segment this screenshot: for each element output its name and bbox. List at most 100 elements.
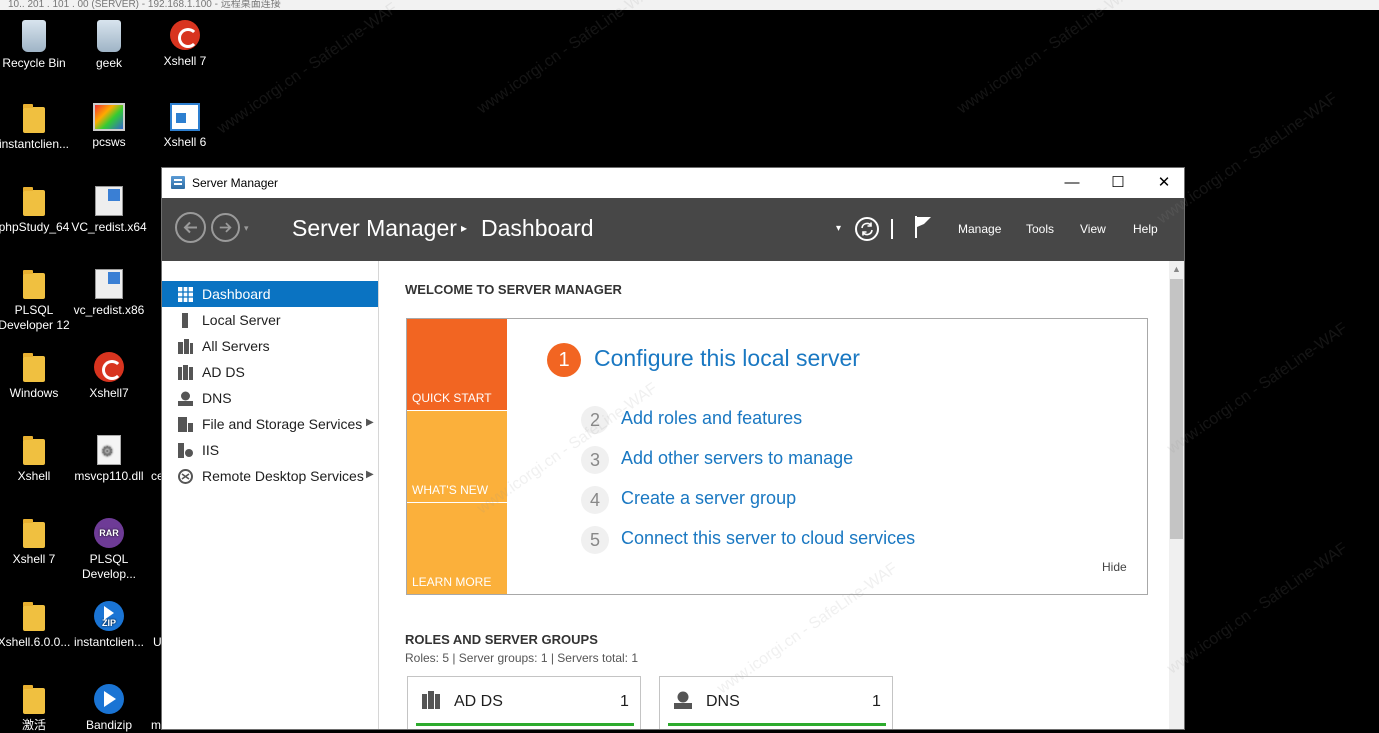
refresh-dropdown-icon[interactable]: ▾	[836, 223, 841, 234]
tile-label: QUICK START	[412, 391, 492, 405]
watermark: www.icorgi.cn - SafeLine-WAF	[474, 0, 661, 118]
desktop-icon-bandizip[interactable]: Bandizip	[70, 684, 148, 733]
sidebar-item-iis[interactable]: IIS	[162, 437, 378, 463]
add-servers-link[interactable]: Add other servers to manage	[621, 448, 853, 469]
role-status-bar	[668, 723, 886, 726]
desktop-icon-recycle-bin[interactable]: Recycle Bin	[0, 20, 73, 71]
hide-link[interactable]: Hide	[1102, 560, 1127, 574]
add-roles-link[interactable]: Add roles and features	[621, 408, 802, 429]
desktop-icon-xshell6-folder[interactable]: Xshell.6.0.0...	[0, 601, 73, 650]
sidebar-item-all-servers[interactable]: All Servers	[162, 333, 378, 359]
server-icon	[182, 313, 188, 328]
minimize-button[interactable]: —	[1049, 168, 1095, 198]
desktop-icon-geek[interactable]: geek	[70, 20, 148, 71]
submenu-arrow-icon[interactable]: ▶	[366, 417, 374, 428]
desktop-icon-xshell6-shortcut[interactable]: Xshell 6	[146, 103, 224, 150]
server-manager-window: Server Manager — ☐ ✕ ▾ Server Manager ▸ …	[161, 167, 1185, 730]
sidebar: Dashboard Local Server All Servers AD DS…	[162, 261, 379, 729]
desktop-icon-plsql-rar[interactable]: RAR PLSQL Develop...	[70, 518, 148, 582]
desktop-icon-label: geek	[95, 56, 123, 70]
xshell6-icon	[170, 103, 200, 131]
desktop-icon-windows-folder[interactable]: Windows	[0, 352, 73, 401]
sidebar-item-ad-ds[interactable]: AD DS	[162, 359, 378, 385]
remote-desktop-icon	[178, 469, 193, 484]
refresh-button[interactable]	[855, 217, 879, 241]
tile-learn-more[interactable]: LEARN MORE	[407, 503, 507, 594]
sidebar-item-file-storage[interactable]: File and Storage Services ▶	[162, 411, 378, 437]
sidebar-item-dns[interactable]: DNS	[162, 385, 378, 411]
sidebar-item-label: AD DS	[202, 364, 245, 380]
remote-desktop-title-strip: 10.. 201 . 101 . 00 (SERVER) - 192.168.1…	[0, 0, 1379, 10]
refresh-icon	[861, 222, 873, 236]
xshell-icon	[94, 352, 124, 382]
step-number-2: 2	[581, 406, 609, 434]
sidebar-item-local-server[interactable]: Local Server	[162, 307, 378, 333]
sidebar-item-remote-desktop[interactable]: Remote Desktop Services ▶	[162, 463, 378, 489]
menu-manage[interactable]: Manage	[958, 222, 1001, 236]
servers-icon	[178, 339, 193, 354]
header-divider	[891, 219, 893, 239]
desktop-icon-xshell7-shortcut[interactable]: Xshell 7	[146, 20, 224, 69]
desktop-icon-xshell-folder[interactable]: Xshell	[0, 435, 73, 484]
welcome-title: WELCOME TO SERVER MANAGER	[405, 282, 622, 297]
installer-icon	[95, 269, 123, 299]
folder-icon	[23, 353, 45, 382]
desktop-icon-msvcp110[interactable]: msvcp110.dll	[70, 435, 148, 484]
tile-label: LEARN MORE	[412, 575, 492, 589]
desktop-icon-pcsws[interactable]: pcsws	[70, 103, 148, 150]
tile-quick-start[interactable]: QUICK START	[407, 319, 507, 410]
folder-icon	[23, 519, 45, 548]
create-server-group-link[interactable]: Create a server group	[621, 488, 796, 509]
desktop-icon-xshell7-app[interactable]: Xshell7	[70, 352, 148, 401]
scrollbar-thumb[interactable]	[1170, 279, 1183, 539]
desktop-icon-label: PLSQL Developer 12	[0, 303, 70, 332]
vertical-scrollbar[interactable]: ▲	[1169, 261, 1184, 729]
desktop-icon-vc-redist-x64[interactable]: VC_redist.x64	[70, 186, 148, 235]
folder-icon	[23, 436, 45, 465]
history-dropdown-icon[interactable]: ▾	[244, 223, 249, 234]
folder-icon	[23, 270, 45, 299]
desktop-icon-label: msvcp110.dll	[74, 469, 144, 483]
recycle-bin-icon	[22, 20, 46, 52]
submenu-arrow-icon[interactable]: ▶	[366, 469, 374, 480]
desktop-icon-xshell7-folder[interactable]: Xshell 7	[0, 518, 73, 567]
desktop-icon-label: vc_redist.x86	[73, 303, 145, 317]
breadcrumb-root: Server Manager	[292, 215, 457, 241]
window-titlebar[interactable]: Server Manager — ☐ ✕	[162, 168, 1184, 198]
sidebar-item-dashboard[interactable]: Dashboard	[162, 281, 378, 307]
desktop-icon-vc-redist-x86[interactable]: vc_redist.x86	[70, 269, 148, 318]
desktop-icon-label: Bandizip	[85, 718, 133, 732]
maximize-button[interactable]: ☐	[1095, 168, 1141, 198]
desktop-icon-plsql-folder[interactable]: PLSQL Developer 12	[0, 269, 73, 333]
desktop-icon-instantclient-zip[interactable]: ZIP instantclien...	[70, 601, 148, 650]
role-count: 1	[620, 693, 629, 710]
desktop-icon-label: 激活	[21, 718, 46, 732]
forward-button[interactable]	[211, 213, 240, 242]
tile-label: WHAT'S NEW	[412, 483, 489, 497]
scroll-up-arrow-icon[interactable]: ▲	[1172, 264, 1181, 274]
close-button[interactable]: ✕	[1141, 168, 1184, 198]
watermark: www.icorgi.cn - SafeLine-WAF	[954, 0, 1141, 118]
configure-local-server-link[interactable]: Configure this local server	[594, 345, 860, 372]
desktop-icon-label: phpStudy_64	[0, 220, 70, 234]
desktop-icon-label: instantclien...	[73, 635, 145, 649]
desktop-icon-activation-folder[interactable]: 激活	[0, 684, 73, 733]
file-storage-icon	[178, 417, 193, 432]
notifications-flag-icon[interactable]	[914, 215, 932, 239]
ad-ds-icon	[178, 365, 193, 380]
menu-view[interactable]: View	[1080, 222, 1106, 236]
quick-start-panel: QUICK START WHAT'S NEW LEARN MORE 1 Conf…	[406, 318, 1148, 595]
desktop-icon-label: instantclien...	[0, 137, 70, 151]
desktop-icon-label: Xshell 6	[163, 135, 207, 149]
desktop-icon-phpstudy-folder[interactable]: phpStudy_64	[0, 186, 73, 235]
menu-tools[interactable]: Tools	[1026, 222, 1054, 236]
page-title: Dashboard	[481, 215, 594, 241]
desktop-icon-instantclient-folder[interactable]: instantclien...	[0, 103, 73, 152]
tile-whats-new[interactable]: WHAT'S NEW	[407, 411, 507, 502]
role-card-dns[interactable]: DNS 1	[659, 676, 893, 729]
role-card-ad-ds[interactable]: AD DS 1	[407, 676, 641, 729]
back-button[interactable]	[175, 212, 206, 243]
connect-cloud-link[interactable]: Connect this server to cloud services	[621, 528, 915, 549]
menu-help[interactable]: Help	[1133, 222, 1158, 236]
window-title: Server Manager	[192, 176, 279, 190]
